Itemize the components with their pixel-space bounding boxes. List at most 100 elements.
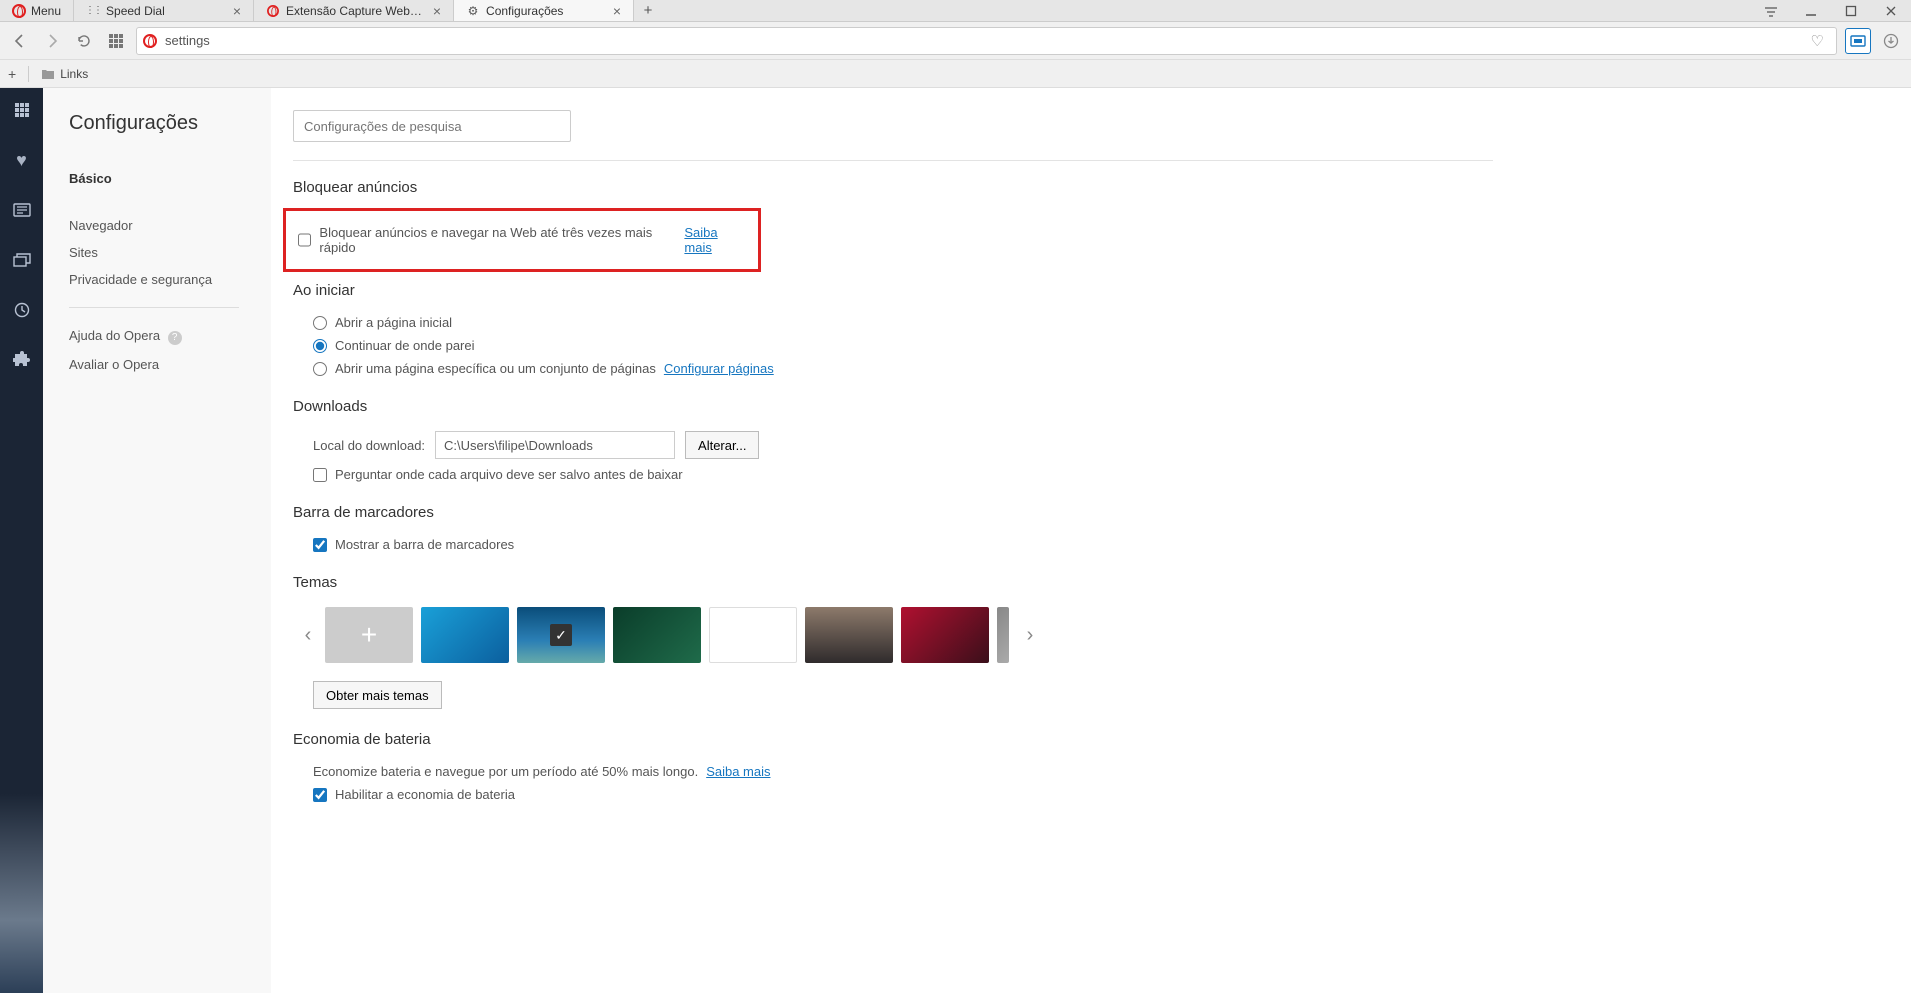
themes-next-button[interactable]: › — [1017, 607, 1043, 663]
add-bookmark-button[interactable]: + — [8, 66, 16, 82]
configure-pages-link[interactable]: Configurar páginas — [664, 361, 774, 376]
theme-tile[interactable] — [421, 607, 509, 663]
sidebar-item-label: Ajuda do Opera — [69, 328, 160, 343]
download-location-label: Local do download: — [313, 438, 425, 453]
folder-label: Links — [60, 67, 88, 81]
minimize-button[interactable] — [1791, 0, 1831, 22]
ask-save-label: Perguntar onde cada arquivo deve ser sal… — [335, 467, 683, 482]
news-icon[interactable] — [10, 198, 34, 222]
new-tab-button[interactable]: + — [634, 0, 662, 21]
startup-homepage-radio[interactable] — [313, 316, 327, 330]
section-heading-battery: Economia de bateria — [293, 731, 1493, 748]
learn-more-link[interactable]: Saiba mais — [684, 225, 746, 255]
themes-carousel: ‹ + ✓ › — [293, 603, 1493, 667]
heart-icon[interactable]: ♡ — [1805, 32, 1830, 50]
settings-content[interactable]: Bloquear anúncios Bloquear anúncios e na… — [271, 88, 1911, 993]
theme-tile[interactable] — [613, 607, 701, 663]
ask-save-checkbox[interactable] — [313, 468, 327, 482]
startup-homepage-label: Abrir a página inicial — [335, 315, 452, 330]
back-button[interactable] — [8, 29, 32, 53]
tab-title: Configurações — [486, 4, 605, 18]
extension-capture-button[interactable] — [1845, 28, 1871, 54]
folder-icon — [41, 68, 55, 80]
enable-battery-checkbox[interactable] — [313, 788, 327, 802]
close-icon[interactable]: × — [431, 3, 443, 19]
heart-icon[interactable]: ♥ — [10, 148, 34, 172]
page-title: Configurações — [69, 112, 271, 135]
divider — [293, 160, 1493, 161]
downloads-button[interactable] — [1879, 29, 1903, 53]
startup-continue-label: Continuar de onde parei — [335, 338, 475, 353]
change-path-button[interactable]: Alterar... — [685, 431, 759, 459]
titlebar: Menu Speed Dial × Extensão Capture Webpa… — [0, 0, 1911, 22]
speed-dial-icon — [86, 4, 100, 18]
grid-icon[interactable] — [10, 98, 34, 122]
opera-logo-icon — [12, 4, 26, 18]
separator — [69, 307, 239, 308]
theme-tile[interactable] — [901, 607, 989, 663]
show-bookmarks-checkbox[interactable] — [313, 538, 327, 552]
download-path-input[interactable] — [435, 431, 675, 459]
sidebar-item-rate[interactable]: Avaliar o Opera — [69, 351, 271, 378]
show-bookmarks-label: Mostrar a barra de marcadores — [335, 537, 514, 552]
left-rail: ♥ — [0, 88, 43, 993]
menu-label: Menu — [31, 4, 61, 18]
theme-tile[interactable] — [805, 607, 893, 663]
battery-learn-more-link[interactable]: Saiba mais — [706, 764, 770, 779]
tab-title: Extensão Capture Webpag — [286, 4, 425, 18]
reload-button[interactable] — [72, 29, 96, 53]
maximize-button[interactable] — [1831, 0, 1871, 22]
search-input[interactable] — [293, 110, 571, 142]
section-heading-downloads: Downloads — [293, 398, 1493, 415]
get-more-themes-button[interactable]: Obter mais temas — [313, 681, 442, 709]
themes-prev-button[interactable]: ‹ — [295, 607, 321, 663]
menu-button[interactable]: Menu — [0, 0, 74, 21]
block-ads-label: Bloquear anúncios e navegar na Web até t… — [319, 225, 676, 255]
opera-logo-icon — [267, 5, 279, 17]
check-icon: ✓ — [550, 624, 572, 646]
extensions-icon[interactable] — [10, 348, 34, 372]
tabs-icon[interactable] — [10, 248, 34, 272]
tab-title: Speed Dial — [106, 4, 225, 18]
theme-tile[interactable] — [709, 607, 797, 663]
gear-icon — [466, 4, 480, 18]
navbar: ♡ — [0, 22, 1911, 60]
main-area: ♥ Configurações Básico Navegador Sites P… — [0, 88, 1911, 993]
history-icon[interactable] — [10, 298, 34, 322]
startup-specific-radio[interactable] — [313, 362, 327, 376]
sidebar-item-help[interactable]: Ajuda do Opera ? — [69, 322, 271, 351]
address-bar[interactable]: ♡ — [136, 27, 1837, 55]
theme-tile-selected[interactable]: ✓ — [517, 607, 605, 663]
highlighted-ad-block-row: Bloquear anúncios e navegar na Web até t… — [283, 208, 761, 272]
startup-specific-label: Abrir uma página específica ou um conjun… — [335, 361, 656, 376]
tab-menu-icon[interactable] — [1751, 0, 1791, 22]
bookmarks-bar: + Links — [0, 60, 1911, 88]
close-icon[interactable]: × — [231, 3, 243, 19]
forward-button[interactable] — [40, 29, 64, 53]
address-input[interactable] — [165, 33, 1805, 48]
sidebar-item-basic[interactable]: Básico — [69, 165, 271, 192]
separator — [28, 66, 29, 82]
tab-extension[interactable]: Extensão Capture Webpag × — [254, 0, 454, 21]
sidebar-item-browser[interactable]: Navegador — [69, 212, 271, 239]
section-heading-themes: Temas — [293, 574, 1493, 591]
enable-battery-label: Habilitar a economia de bateria — [335, 787, 515, 802]
tab-speed-dial[interactable]: Speed Dial × — [74, 0, 254, 21]
section-heading-startup: Ao iniciar — [293, 282, 1493, 299]
section-heading-bookmarks: Barra de marcadores — [293, 504, 1493, 521]
speed-dial-button[interactable] — [104, 29, 128, 53]
battery-desc: Economize bateria e navegue por um perío… — [313, 764, 698, 779]
sidebar-item-privacy[interactable]: Privacidade e segurança — [69, 266, 271, 293]
sidebar-item-sites[interactable]: Sites — [69, 239, 271, 266]
tab-settings[interactable]: Configurações × — [454, 0, 634, 21]
block-ads-checkbox[interactable] — [298, 233, 311, 247]
theme-tile-partial[interactable] — [997, 607, 1009, 663]
window-controls — [1751, 0, 1911, 21]
bookmarks-folder-links[interactable]: Links — [41, 67, 88, 81]
add-theme-tile[interactable]: + — [325, 607, 413, 663]
settings-sidebar: Configurações Básico Navegador Sites Pri… — [43, 88, 271, 993]
opera-logo-icon — [143, 34, 157, 48]
startup-continue-radio[interactable] — [313, 339, 327, 353]
close-button[interactable] — [1871, 0, 1911, 22]
close-icon[interactable]: × — [611, 3, 623, 19]
